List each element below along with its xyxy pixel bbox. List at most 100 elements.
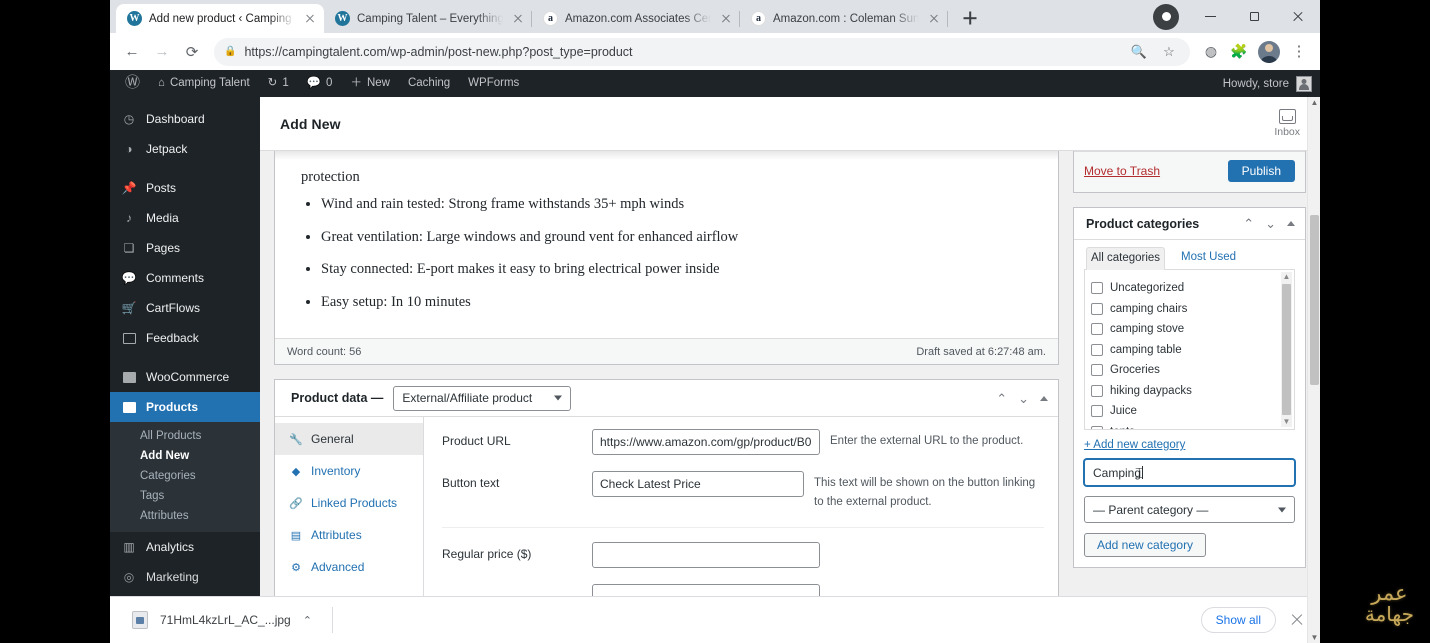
browser-tab-3[interactable]: a Amazon.com Associates Central xyxy=(532,4,740,33)
product-type-select[interactable]: External/Affiliate product xyxy=(393,385,572,411)
tab-all-categories[interactable]: All categories xyxy=(1086,247,1166,270)
submenu-add-new[interactable]: Add New xyxy=(110,446,260,466)
button-text-input[interactable]: Check Latest Price xyxy=(592,471,804,497)
new-category-name-input[interactable]: Camping ⌶ xyxy=(1084,459,1295,486)
wp-logo-menu[interactable]: Ⓦ xyxy=(116,70,149,97)
sidebar-item-posts[interactable]: 📌 Posts xyxy=(110,173,260,203)
browser-tab-2[interactable]: W Camping Talent – Everything you xyxy=(324,4,532,33)
move-to-trash-link[interactable]: Move to Trash xyxy=(1084,164,1160,178)
list-item[interactable]: camping table xyxy=(1091,340,1288,361)
checkbox[interactable] xyxy=(1091,425,1103,429)
list-item[interactable]: hiking daypacks xyxy=(1091,381,1288,402)
close-window-button[interactable] xyxy=(1276,0,1320,33)
toggle-panel-icon[interactable] xyxy=(1040,395,1048,401)
editor-content[interactable]: protection Wind and rain tested: Strong … xyxy=(275,160,1058,316)
chevron-up-icon[interactable]: ⌃ xyxy=(303,614,312,627)
parent-category-select[interactable]: — Parent category — xyxy=(1084,496,1295,523)
back-button[interactable]: ← xyxy=(118,38,146,66)
regular-price-input[interactable] xyxy=(592,542,820,569)
download-item[interactable]: 71HmL4kzLrL_AC_...jpg ⌃ xyxy=(122,605,322,635)
list-item[interactable]: camping stove xyxy=(1091,319,1288,340)
profile-avatar[interactable] xyxy=(1258,40,1280,63)
sidebar-item-dashboard[interactable]: ◷ Dashboard xyxy=(110,104,260,134)
star-icon[interactable]: ☆ xyxy=(1158,44,1180,60)
sidebar-item-woocommerce[interactable]: WooCommerce xyxy=(110,362,260,392)
extension-circles-icon[interactable]: ◍ xyxy=(1198,39,1224,65)
submenu-all-products[interactable]: All Products xyxy=(110,426,260,446)
checkbox[interactable] xyxy=(1091,364,1103,377)
comments-menu[interactable]: 💬 0 xyxy=(298,70,342,97)
tab-most-used[interactable]: Most Used xyxy=(1177,247,1240,270)
submenu-attributes[interactable]: Attributes xyxy=(110,506,260,526)
add-new-category-link[interactable]: + Add new category xyxy=(1084,439,1295,451)
sidebar-item-comments[interactable]: 💬 Comments xyxy=(110,263,260,293)
tab-inventory[interactable]: ◆ Inventory xyxy=(275,455,423,487)
sidebar-item-products[interactable]: Products xyxy=(110,392,260,422)
show-all-downloads-button[interactable]: Show all xyxy=(1200,607,1276,633)
tab-linked-products[interactable]: 🔗 Linked Products xyxy=(275,487,423,519)
close-icon[interactable] xyxy=(510,11,526,27)
category-list-scrollbar[interactable]: ▲ ▼ xyxy=(1281,272,1292,427)
caching-menu[interactable]: Caching xyxy=(399,70,459,97)
tab-general[interactable]: 🔧 General xyxy=(275,423,423,455)
submenu-categories[interactable]: Categories xyxy=(110,466,260,486)
checkbox[interactable] xyxy=(1091,282,1103,295)
screen-record-indicator[interactable] xyxy=(1144,0,1188,33)
checkbox[interactable] xyxy=(1091,384,1103,397)
sidebar-item-pages[interactable]: ❏ Pages xyxy=(110,233,260,263)
browser-tab-1[interactable]: W Add new product ‹ Camping Tale xyxy=(116,4,324,33)
sidebar-item-media[interactable]: ♪ Media xyxy=(110,203,260,233)
list-item[interactable]: camping chairs xyxy=(1091,299,1288,320)
scroll-up-icon[interactable]: ▲ xyxy=(1308,98,1320,107)
forward-button[interactable]: → xyxy=(148,38,176,66)
account-menu[interactable]: Howdy, store xyxy=(1223,75,1320,92)
checkbox[interactable] xyxy=(1091,405,1103,418)
category-checklist[interactable]: Uncategorized camping chairs camping sto… xyxy=(1084,270,1295,430)
extensions-puzzle-icon[interactable]: 🧩 xyxy=(1226,39,1252,65)
close-icon[interactable] xyxy=(302,11,318,27)
search-icon[interactable]: 🔍 xyxy=(1128,44,1150,60)
sidebar-item-jetpack[interactable]: ◑ Jetpack xyxy=(110,134,260,164)
list-item[interactable]: Juice xyxy=(1091,401,1288,422)
new-tab-button[interactable] xyxy=(956,4,984,32)
product-url-input[interactable]: https://www.amazon.com/gp/product/B0 xyxy=(592,429,820,455)
move-down-icon[interactable]: ⌄ xyxy=(1265,217,1276,230)
minimize-button[interactable] xyxy=(1188,0,1232,33)
product-description-editor[interactable]: protection Wind and rain tested: Strong … xyxy=(274,151,1059,365)
submenu-tags[interactable]: Tags xyxy=(110,486,260,506)
move-up-icon[interactable]: ⌃ xyxy=(1243,217,1254,230)
scroll-down-icon[interactable]: ▼ xyxy=(1308,633,1320,642)
sidebar-item-analytics[interactable]: ▥ Analytics xyxy=(110,532,260,562)
checkbox[interactable] xyxy=(1091,323,1103,336)
scroll-up-icon[interactable]: ▲ xyxy=(1283,272,1291,282)
publish-button[interactable]: Publish xyxy=(1227,160,1295,182)
address-bar[interactable]: 🔒 https://campingtalent.com/wp-admin/pos… xyxy=(214,37,1190,66)
close-icon[interactable] xyxy=(1290,613,1304,627)
list-item[interactable]: tents xyxy=(1091,422,1288,429)
list-item[interactable]: Uncategorized xyxy=(1091,278,1288,299)
scrollbar-thumb[interactable] xyxy=(1310,215,1319,385)
page-scrollbar[interactable]: ▲ ▼ xyxy=(1307,97,1320,643)
move-up-icon[interactable]: ⌃ xyxy=(996,392,1007,405)
tab-advanced[interactable]: ⚙ Advanced xyxy=(275,551,423,583)
site-name-menu[interactable]: ⌂ Camping Talent xyxy=(149,70,259,97)
close-icon[interactable] xyxy=(718,11,734,27)
new-content-menu[interactable]: ＋ New xyxy=(341,70,399,97)
reload-button[interactable]: ⟳ xyxy=(178,38,206,66)
updates-menu[interactable]: ↻ 1 xyxy=(259,70,298,97)
browser-tab-4[interactable]: a Amazon.com : Coleman Sundom xyxy=(740,4,948,33)
scroll-down-icon[interactable]: ▼ xyxy=(1283,417,1291,427)
toggle-panel-icon[interactable] xyxy=(1287,221,1295,226)
sidebar-item-marketing[interactable]: ◎ Marketing xyxy=(110,562,260,592)
close-icon[interactable] xyxy=(926,11,942,27)
list-item[interactable]: Groceries xyxy=(1091,360,1288,381)
wpforms-menu[interactable]: WPForms xyxy=(459,70,528,97)
inbox-button[interactable]: Inbox xyxy=(1274,109,1300,138)
scrollbar-thumb[interactable] xyxy=(1282,284,1291,415)
move-down-icon[interactable]: ⌄ xyxy=(1018,392,1029,405)
sidebar-item-feedback[interactable]: Feedback xyxy=(110,323,260,353)
checkbox[interactable] xyxy=(1091,343,1103,356)
tab-attributes[interactable]: ▤ Attributes xyxy=(275,519,423,551)
sidebar-item-cartflows[interactable]: 🛒 CartFlows xyxy=(110,293,260,323)
checkbox[interactable] xyxy=(1091,302,1103,315)
